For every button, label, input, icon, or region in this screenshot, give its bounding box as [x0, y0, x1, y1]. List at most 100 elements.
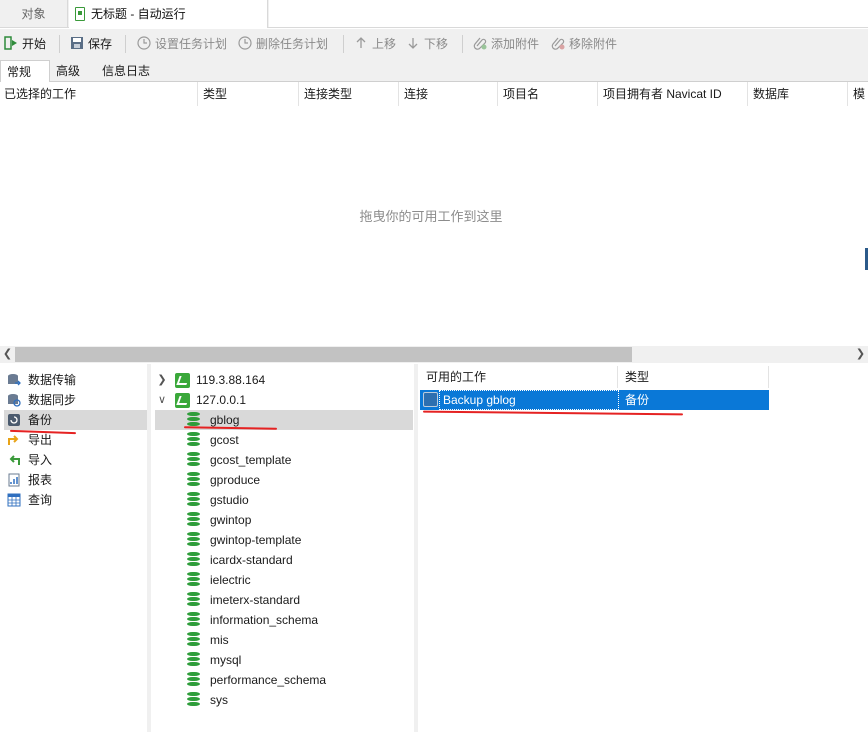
category-export[interactable]: 导出 [4, 430, 148, 450]
start-button[interactable]: 开始 [4, 33, 46, 55]
database-name: imeterx-standard [210, 593, 301, 607]
database-icon [187, 512, 200, 528]
col-truncated[interactable]: 模 [849, 82, 868, 106]
database-icon [187, 432, 200, 448]
database-name: icardx-standard [210, 553, 293, 567]
data-sync-icon [7, 393, 21, 407]
job-name: Backup gblog [439, 390, 619, 410]
clock-icon [137, 35, 151, 50]
tab-objects[interactable]: 对象 [0, 0, 68, 28]
remove-attachment-button[interactable]: 移除附件 [551, 33, 617, 55]
database-icon [187, 612, 200, 628]
tab-advanced[interactable]: 高级 [50, 60, 96, 82]
scroll-thumb[interactable] [15, 347, 632, 362]
category-report[interactable]: 报表 [4, 470, 148, 490]
category-backup[interactable]: 备份 [4, 410, 148, 430]
move-down-button[interactable]: 下移 [406, 33, 448, 55]
server-node[interactable]: ❯ 119.3.88.164 [155, 370, 413, 390]
col-project-name[interactable]: 项目名 [499, 82, 598, 106]
category-import[interactable]: 导入 [4, 450, 148, 470]
col-database[interactable]: 数据库 [749, 82, 848, 106]
database-node[interactable]: gproduce [155, 470, 413, 490]
database-node[interactable]: gstudio [155, 490, 413, 510]
available-job-row[interactable]: Backup gblog 备份 [420, 390, 769, 410]
database-icon [187, 672, 200, 688]
col-project-owner[interactable]: 项目拥有者 Navicat ID [599, 82, 748, 106]
export-icon [7, 433, 21, 447]
toolbar: 开始 保存 设置任务计划 删除任务计划 上移 下移 添加附件 移除附件 [0, 29, 868, 60]
tab-untitled-automation[interactable]: 无标题 - 自动运行 [69, 0, 268, 28]
category-data-sync[interactable]: 数据同步 [4, 390, 148, 410]
database-name: ielectric [210, 573, 251, 587]
tab-title: 无标题 - 自动运行 [91, 7, 186, 21]
save-icon [70, 35, 84, 49]
database-node[interactable]: gwintop-template [155, 530, 413, 550]
database-node[interactable]: information_schema [155, 610, 413, 630]
arrow-down-icon [406, 35, 420, 49]
database-icon [187, 692, 200, 708]
database-name: gcost_template [210, 453, 292, 467]
arrow-up-icon [354, 35, 368, 49]
col-type[interactable]: 类型 [199, 82, 299, 106]
database-icon [187, 572, 200, 588]
chevron-right-icon[interactable]: ❯ [157, 370, 167, 390]
database-name: gproduce [210, 473, 261, 487]
add-attachment-button[interactable]: 添加附件 [473, 33, 539, 55]
database-name: mis [210, 633, 229, 647]
horizontal-scrollbar[interactable]: ❮ ❯ [0, 346, 868, 363]
chevron-down-icon[interactable]: ∨ [157, 390, 167, 410]
report-icon [7, 473, 21, 487]
database-icon [187, 452, 200, 468]
database-name: sys [210, 693, 228, 707]
server-node[interactable]: ∨ 127.0.0.1 [155, 390, 413, 410]
database-name: gwintop-template [210, 533, 302, 547]
database-node[interactable]: gcost_template [155, 450, 413, 470]
selected-jobs-table[interactable]: 已选择的工作 类型 连接类型 连接 项目名 项目拥有者 Navicat ID 数… [0, 82, 868, 346]
clock-delete-icon [238, 35, 252, 50]
database-icon [187, 492, 200, 508]
database-node[interactable]: ielectric [155, 570, 413, 590]
drop-hint: 拖曳你的可用工作到这里 [359, 209, 503, 224]
tab-general[interactable]: 常规 [0, 60, 50, 83]
col-job-type[interactable]: 类型 [619, 366, 769, 388]
available-jobs-list[interactable]: 可用的工作 类型 [418, 364, 868, 732]
job-type: 备份 [625, 393, 650, 407]
start-icon [4, 35, 18, 50]
database-node[interactable]: mysql [155, 650, 413, 670]
col-connection-type[interactable]: 连接类型 [300, 82, 399, 106]
database-node[interactable]: sys [155, 690, 413, 710]
database-name: performance_schema [210, 673, 327, 687]
scroll-right-icon[interactable]: ❯ [853, 346, 868, 363]
database-node[interactable]: performance_schema [155, 670, 413, 690]
attachment-remove-icon [551, 35, 565, 50]
settings-tab-bar: 常规 高级 信息日志 [0, 60, 868, 83]
database-node[interactable]: mis [155, 630, 413, 650]
category-query[interactable]: 查询 [4, 490, 148, 510]
database-node[interactable]: gcost [155, 430, 413, 450]
save-button[interactable]: 保存 [70, 33, 112, 55]
col-connection[interactable]: 连接 [400, 82, 498, 106]
database-icon [187, 592, 200, 608]
category-data-transfer[interactable]: 数据传输 [4, 370, 148, 390]
database-icon [187, 632, 200, 648]
mysql-server-icon [175, 393, 190, 408]
database-icon [187, 532, 200, 548]
database-name: gstudio [210, 493, 249, 507]
move-up-button[interactable]: 上移 [354, 33, 396, 55]
set-schedule-button[interactable]: 设置任务计划 [137, 33, 227, 55]
database-name: gcost [210, 433, 239, 447]
delete-schedule-button[interactable]: 删除任务计划 [238, 33, 328, 55]
database-icon [187, 652, 200, 668]
tab-message-log[interactable]: 信息日志 [96, 60, 156, 82]
automation-icon [75, 7, 85, 21]
window-tab-bar: 对象 无标题 - 自动运行 [0, 0, 868, 28]
database-node[interactable]: gwintop [155, 510, 413, 530]
database-icon [187, 552, 200, 568]
col-available-job[interactable]: 可用的工作 [420, 366, 618, 388]
database-node[interactable]: icardx-standard [155, 550, 413, 570]
database-node[interactable]: imeterx-standard [155, 590, 413, 610]
col-selected-job[interactable]: 已选择的工作 [0, 82, 198, 106]
data-transfer-icon [7, 373, 21, 387]
scroll-left-icon[interactable]: ❮ [0, 346, 15, 363]
mysql-server-icon [175, 373, 190, 388]
